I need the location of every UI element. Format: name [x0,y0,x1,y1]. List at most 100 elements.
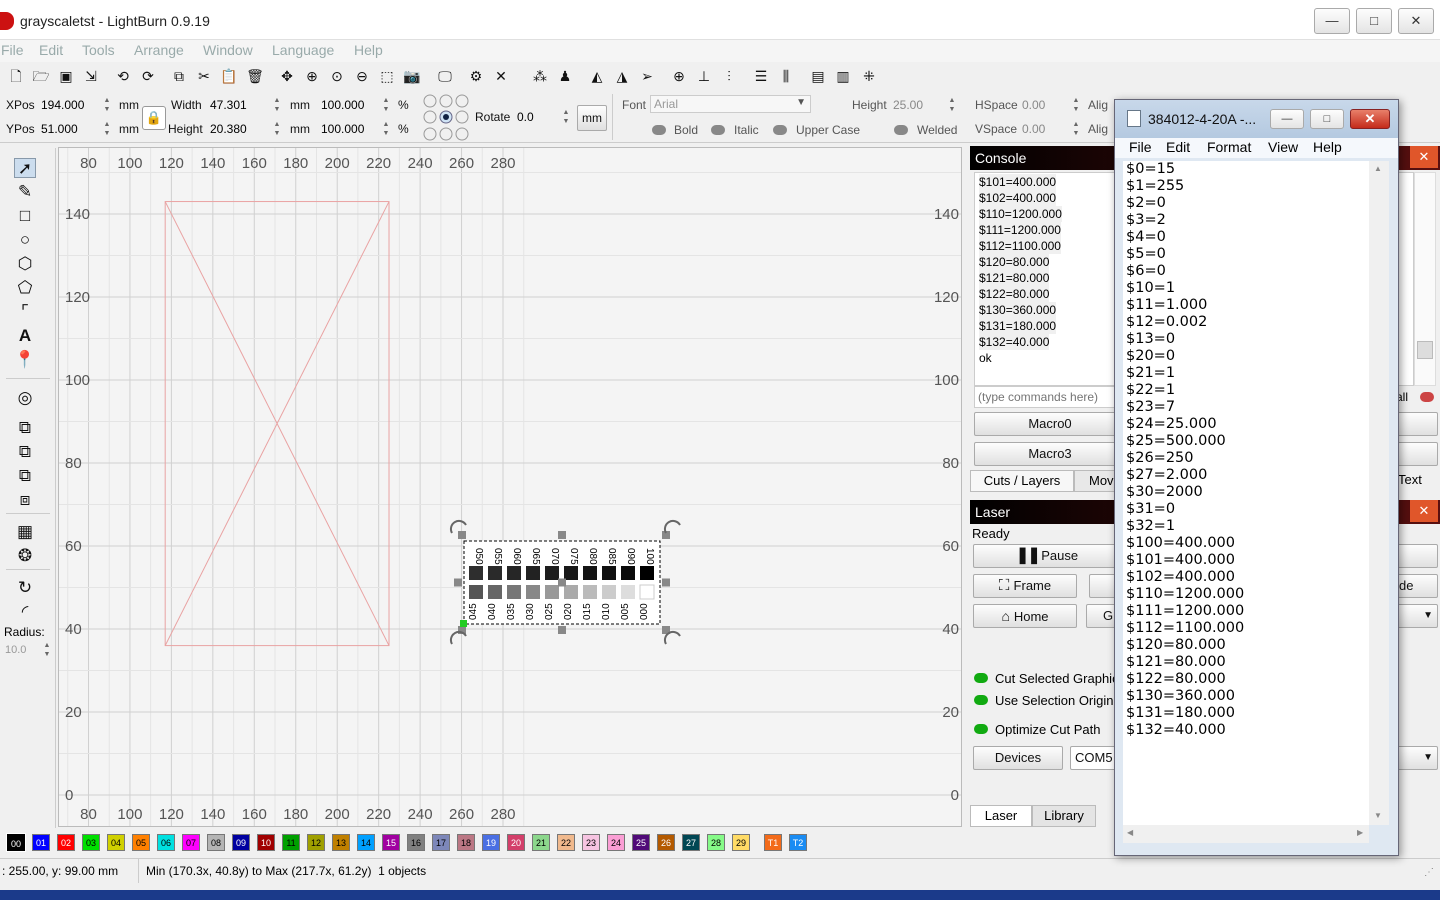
menu-language[interactable]: Language [272,42,334,58]
home-button[interactable]: ⌂ Home [973,604,1077,628]
menu-tools[interactable]: Tools [82,42,115,58]
vspace-spinner[interactable]: ▲ ▼ [1071,120,1081,138]
resize-handle[interactable] [454,578,462,587]
notepad-minimize-button[interactable]: — [1270,109,1304,129]
xpos-spinner[interactable]: ▲ ▼ [102,96,112,114]
zoom-out-icon[interactable]: ⊖ [353,67,371,85]
circular-array-icon[interactable]: ❂ [14,546,36,566]
pan-icon[interactable]: ✥ [278,67,296,85]
resize-handle[interactable] [558,531,566,539]
zoom-in-icon[interactable]: ⊕ [303,67,321,85]
layer-swatch-20[interactable]: 20 [507,834,525,851]
radius-input[interactable] [2,641,40,659]
grayscale-test-pattern[interactable]: 050 045 055 040 060 035 065 030 070 025 075 020 080 0… [449,519,681,645]
layer-swatch-17[interactable]: 17 [432,834,450,851]
weld-icon[interactable]: ⧈ [14,490,36,510]
rotate-spinner[interactable]: ▲ ▼ [561,108,571,126]
macro0-button[interactable]: Macro0 [974,412,1126,436]
scroll-up-icon[interactable]: ▲ [1374,164,1382,173]
align-middle-icon[interactable]: ⫶ [720,67,738,85]
scale-height-input[interactable] [318,120,380,138]
tab-cuts-layers[interactable]: Cuts / Layers [970,470,1074,492]
macro3-button[interactable]: Macro3 [974,442,1126,466]
bold-toggle[interactable] [652,125,666,135]
width-spinner[interactable]: ▲ ▼ [272,96,282,114]
notepad-menu-edit[interactable]: Edit [1166,139,1190,155]
resize-handle[interactable] [558,578,566,587]
hspace-spinner[interactable]: ▲ ▼ [1071,96,1081,114]
text-tool-icon[interactable]: A [14,326,36,346]
cut-selected-toggle[interactable] [974,673,988,683]
center-target-icon[interactable]: ⊕ [670,67,688,85]
copy-icon[interactable]: ⧉ [170,67,188,85]
undo-icon[interactable]: ⟲ [114,67,132,85]
laser-close-icon[interactable]: ✕ [1410,500,1438,522]
notepad-menu-view[interactable]: View [1268,139,1298,155]
paste-icon[interactable]: 📋 [220,67,238,85]
ypos-spinner[interactable]: ▲ ▼ [102,120,112,138]
layer-swatch-21[interactable]: 21 [532,834,550,851]
position-laser-icon[interactable]: ⌜ [14,302,36,322]
layer-swatch-10[interactable]: 10 [257,834,275,851]
upper-case-toggle[interactable] [773,125,787,135]
layer-swatch-23[interactable]: 23 [582,834,600,851]
font-height-input[interactable] [890,96,940,114]
layer-swatch-28[interactable]: 28 [707,834,725,851]
height-input[interactable] [207,120,269,138]
rotate-input[interactable] [514,108,558,126]
layer-swatch-13[interactable]: 13 [332,834,350,851]
ypos-input[interactable] [38,120,100,138]
vspace-input[interactable] [1019,120,1065,138]
scale-height-spinner[interactable]: ▲ ▼ [381,120,391,138]
layer-swatch-24[interactable]: 24 [607,834,625,851]
notepad-vscrollbar[interactable]: ▲ ▼ [1369,161,1389,825]
cut-icon[interactable]: ✂ [195,67,213,85]
camera-icon[interactable]: 📷 [403,67,421,85]
layer-swatch-04[interactable]: 04 [107,834,125,851]
new-file-icon[interactable]: 🗋 [7,67,25,85]
zoom-selection-icon[interactable]: ⬚ [378,67,396,85]
layer-swatch-22[interactable]: 22 [557,834,575,851]
scale-width-spinner[interactable]: ▲ ▼ [381,96,391,114]
lock-aspect-icon[interactable]: 🔒 [142,106,166,130]
minimize-button[interactable]: — [1314,8,1350,34]
scroll-down-icon[interactable]: ▼ [1374,811,1382,820]
resize-handle[interactable] [558,626,566,634]
menu-edit[interactable]: Edit [39,42,63,58]
ellipse-tool-icon[interactable]: ○ [14,230,36,250]
design-canvas[interactable]: 80 80 100 100 120 120 140 140 160 160 180 180 200 200… [58,147,962,827]
rotate-tool-icon[interactable]: ↻ [14,578,36,598]
layer-swatch-06[interactable]: 06 [157,834,175,851]
save-icon[interactable]: ▣ [57,67,75,85]
menu-help[interactable]: Help [354,42,383,58]
font-height-spinner[interactable]: ▲ ▼ [947,96,957,114]
menu-file[interactable]: File [1,42,24,58]
frame-button[interactable]: ⛶ Frame [973,574,1077,598]
layer-swatch-02[interactable]: 02 [57,834,75,851]
settings-gear-icon[interactable]: ⚙ [467,67,485,85]
scale-width-input[interactable] [318,96,380,114]
layer-swatch-25[interactable]: 25 [632,834,650,851]
notepad-hscrollbar[interactable]: ◀ ▶ [1123,825,1369,843]
menu-arrange[interactable]: Arrange [134,42,184,58]
layer-swatch-08[interactable]: 08 [207,834,225,851]
layer-swatch-09[interactable]: 09 [232,834,250,851]
hspace-input[interactable] [1019,96,1065,114]
welded-toggle[interactable] [894,125,908,135]
boolean-intersect-icon[interactable]: ⧉ [14,466,36,486]
optimize-cut-path-toggle[interactable] [974,724,988,734]
tab-text[interactable]: Text [1398,472,1422,487]
resize-handle[interactable] [458,531,466,539]
height-spinner[interactable]: ▲ ▼ [272,120,282,138]
scroll-left-icon[interactable]: ◀ [1127,828,1133,837]
layer-swatch-14[interactable]: 14 [357,834,375,851]
italic-toggle[interactable] [711,125,725,135]
layer-swatch-00[interactable]: 00 [6,833,26,852]
move-together-icon[interactable]: ⁜ [860,67,878,85]
zoom-fit-icon[interactable]: ⊙ [328,67,346,85]
anchor-point-grid[interactable] [422,94,470,142]
maximize-button[interactable]: □ [1356,8,1392,34]
layer-swatch-T1[interactable]: T1 [764,834,782,851]
notepad-close-button[interactable]: ✕ [1350,109,1390,129]
menu-window[interactable]: Window [203,42,253,58]
